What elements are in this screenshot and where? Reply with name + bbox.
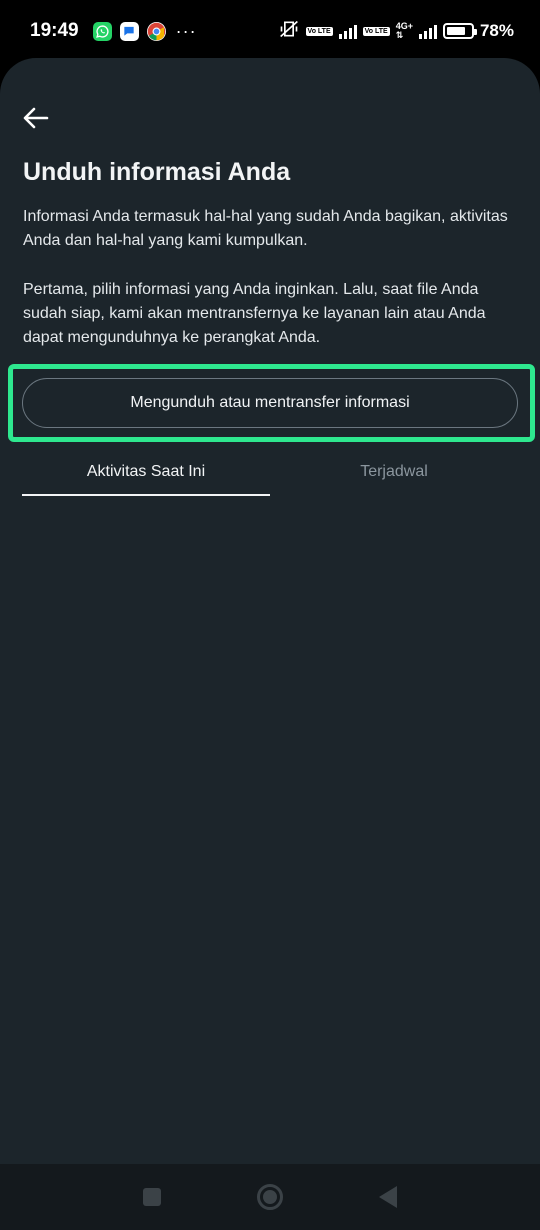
system-nav-bar bbox=[0, 1164, 540, 1230]
battery-percent: 78% bbox=[479, 21, 514, 40]
status-time: 19:49 bbox=[30, 20, 79, 41]
mute-vibrate-icon bbox=[278, 19, 300, 44]
arrow-left-icon bbox=[23, 107, 49, 129]
system-back-button[interactable] bbox=[379, 1186, 397, 1208]
status-left: 19:49 ··· bbox=[30, 20, 197, 42]
battery-icon bbox=[442, 23, 477, 39]
status-right: Vo LTE Vo LTE 4G+ ⇅ 78% bbox=[278, 19, 514, 44]
battery-level-fill bbox=[446, 27, 465, 35]
data-arrows-icon: ⇅ bbox=[395, 30, 404, 40]
signal-strength-icon-2 bbox=[418, 23, 437, 39]
home-icon bbox=[263, 1190, 277, 1204]
back-button[interactable] bbox=[20, 102, 52, 134]
more-notifications-icon: ··· bbox=[175, 20, 197, 41]
signal-strength-icon-1 bbox=[338, 23, 357, 39]
tab-bar: Aktivitas Saat Ini Terjadwal bbox=[22, 448, 518, 496]
home-button[interactable] bbox=[257, 1184, 283, 1210]
network-indicator: 4G+ ⇅ bbox=[396, 22, 413, 40]
status-bar: 19:49 ··· Vo LTE Vo LTE 4G+ ⇅ 78% bbox=[0, 0, 540, 62]
download-info-sheet: Unduh informasi Anda Informasi Anda term… bbox=[0, 58, 540, 1164]
recent-apps-button[interactable] bbox=[143, 1188, 161, 1206]
tab-current-activity[interactable]: Aktivitas Saat Ini bbox=[22, 448, 270, 496]
volte-badge: Vo LTE bbox=[305, 26, 333, 36]
info-description: Informasi Anda termasuk hal-hal yang sud… bbox=[23, 208, 508, 249]
volte-badge-2: Vo LTE bbox=[362, 26, 390, 36]
instructions-description: Pertama, pilih informasi yang Anda ingin… bbox=[23, 281, 486, 346]
messages-icon bbox=[119, 21, 139, 41]
download-transfer-button[interactable]: Mengunduh atau mentransfer informasi bbox=[22, 378, 518, 428]
whatsapp-icon bbox=[92, 21, 112, 41]
tab-scheduled[interactable]: Terjadwal bbox=[270, 448, 518, 496]
chrome-icon bbox=[146, 21, 166, 41]
page-title: Unduh informasi Anda bbox=[23, 158, 291, 186]
